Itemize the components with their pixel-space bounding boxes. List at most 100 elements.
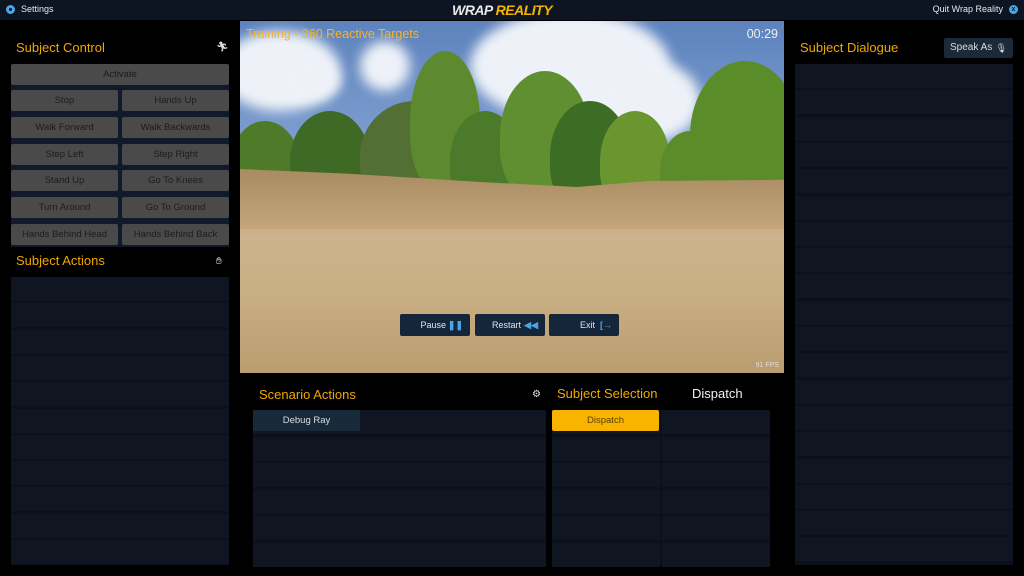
fps-counter: 91 FPS: [755, 362, 779, 369]
list-row: [662, 463, 770, 487]
list-row: [11, 382, 229, 407]
simulation-viewport[interactable]: Training - 360 Reactive Targets 00:29 91…: [240, 21, 784, 373]
list-row: [795, 405, 1013, 430]
list-row: [11, 355, 229, 380]
list-row: [253, 489, 546, 514]
list-row: [253, 542, 546, 567]
subject-control-button[interactable]: Step Right: [122, 143, 229, 165]
pause-button[interactable]: Pause ❚❚: [400, 314, 470, 336]
top-bar: Settings WRAP REALITY Quit Wrap Reality …: [0, 0, 1024, 20]
dispatch-button[interactable]: Dispatch: [552, 410, 659, 431]
settings-label: Settings: [21, 4, 54, 14]
list-row: [795, 484, 1013, 509]
list-row: [795, 327, 1013, 351]
list-row: [552, 463, 660, 487]
scenario-actions-title: Scenario Actions: [259, 387, 356, 402]
scenario-actions-list: [253, 410, 546, 567]
quit-button[interactable]: Quit Wrap Reality x: [933, 4, 1018, 14]
list-row: [795, 221, 1013, 246]
activate-button[interactable]: Activate: [11, 64, 229, 85]
gear-icon: [6, 4, 15, 14]
list-row: [795, 90, 1013, 115]
list-row: [795, 511, 1013, 536]
quit-label: Quit Wrap Reality: [932, 4, 1003, 14]
hand-icon: ✋︎: [216, 256, 222, 267]
speak-as-label: Speak As: [950, 42, 993, 53]
list-row: [11, 434, 229, 459]
subject-control-button[interactable]: Hands Up: [122, 90, 229, 111]
subject-control-title: Subject Control: [16, 40, 105, 55]
gear-icon[interactable]: ⚙: [532, 389, 541, 400]
rewind-icon: ◀◀: [524, 320, 538, 330]
list-row: [795, 537, 1013, 562]
app-logo: WRAP REALITY: [452, 2, 553, 18]
list-row: [795, 116, 1013, 141]
list-row: [253, 436, 546, 461]
tab-dispatch[interactable]: Dispatch: [692, 386, 743, 401]
list-row: [253, 463, 546, 487]
timer: 00:29: [746, 27, 778, 41]
list-row: [11, 487, 229, 512]
list-row: [662, 489, 770, 514]
subject-control-button[interactable]: Go To Knees: [122, 170, 229, 192]
exit-icon: [→: [600, 320, 612, 330]
list-row: [662, 516, 770, 540]
settings-button[interactable]: Settings: [6, 4, 54, 14]
list-row: [11, 513, 229, 538]
exit-button[interactable]: Exit [→: [549, 314, 619, 336]
subject-control-button[interactable]: Step Left: [11, 143, 118, 165]
microphone-icon: 🎙︎: [995, 43, 1007, 53]
restart-label: Restart: [491, 320, 521, 330]
list-row: [795, 300, 1013, 325]
pause-icon: ❚❚: [447, 320, 463, 330]
subject-actions-title: Subject Actions: [16, 253, 105, 268]
subject-control-button[interactable]: Hands Behind Head: [11, 224, 118, 245]
subject-control-button[interactable]: Walk Forward: [11, 116, 118, 138]
logo-wrap: WRAP: [452, 2, 493, 18]
list-row: [11, 329, 229, 354]
list-row: [795, 64, 1013, 88]
list-row: [552, 516, 660, 540]
list-row: [552, 542, 660, 567]
subject-control-button[interactable]: Walk Backwards: [122, 116, 229, 138]
list-row: [552, 436, 660, 461]
debug-ray-button[interactable]: Debug Ray: [253, 410, 360, 431]
list-row: [552, 489, 660, 514]
subject-actions-list: [11, 277, 229, 565]
list-row: [795, 169, 1013, 194]
list-row: [795, 248, 1013, 273]
list-row: [662, 542, 770, 567]
list-row: [795, 353, 1013, 378]
list-row: [662, 410, 770, 434]
list-row: [11, 461, 229, 486]
exit-label: Exit: [579, 320, 595, 330]
scenario-title: Training - 360 Reactive Targets: [246, 27, 420, 41]
restart-button[interactable]: Restart ◀◀: [475, 314, 545, 336]
tab-subject-selection[interactable]: Subject Selection: [557, 386, 657, 401]
list-row: [795, 195, 1013, 220]
list-row: [11, 277, 229, 301]
list-row: [795, 379, 1013, 404]
subject-dialogue-list: [795, 64, 1013, 565]
close-icon: x: [1009, 4, 1018, 14]
list-row: [795, 458, 1013, 483]
subject-control-button[interactable]: Stop: [11, 90, 118, 111]
list-row: [11, 408, 229, 433]
subject-control-button[interactable]: Stand Up: [11, 170, 118, 192]
list-row: [795, 274, 1013, 299]
subject-control-button[interactable]: Turn Around: [11, 197, 118, 219]
subject-dialogue-title: Subject Dialogue: [800, 40, 899, 55]
list-row: [662, 436, 770, 461]
list-row: [795, 142, 1013, 167]
logo-reality: REALITY: [495, 2, 553, 18]
subject-selection-list: [552, 410, 770, 567]
list-row: [11, 303, 229, 328]
subject-control-button[interactable]: Hands Behind Back: [122, 224, 229, 245]
list-row: [11, 540, 229, 564]
running-person-icon: 🏃︎: [216, 42, 229, 53]
subject-control-button[interactable]: Go To Ground: [122, 197, 229, 219]
list-row: [253, 516, 546, 540]
pause-label: Pause: [420, 320, 446, 330]
list-row: [795, 432, 1013, 457]
speak-as-button[interactable]: Speak As 🎙︎: [944, 38, 1013, 58]
